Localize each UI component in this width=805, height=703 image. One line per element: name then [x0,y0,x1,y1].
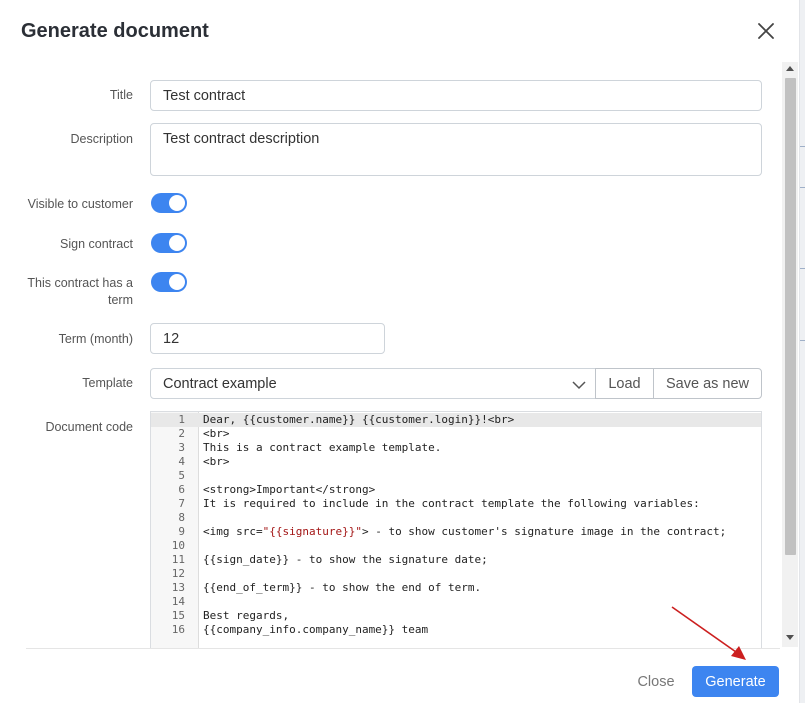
code-line: 7 It is required to include in the contra… [151,497,761,511]
line-number: 12 [171,567,185,580]
visible-to-customer-toggle[interactable] [151,193,187,213]
sign-contract-label: Sign contract [60,237,133,251]
line-number: 7 [178,497,185,510]
line-number: 3 [178,441,185,454]
has-term-label: This contract has a term [27,276,133,307]
title-input[interactable]: Test contract [150,80,762,111]
term-month-label: Term (month) [58,332,133,346]
code-line: 2 <br> [151,427,761,441]
line-number: 14 [171,595,185,608]
line-number: 4 [178,455,185,468]
line-number: 16 [171,623,185,636]
save-as-new-button[interactable]: Save as new [653,368,762,399]
visible-to-customer-label: Visible to customer [27,197,133,211]
line-number: 11 [171,553,185,566]
code-text: This is a contract example template. [203,441,442,454]
code-line: 1 Dear, {{customer.name}} {{customer.logi… [151,413,761,427]
code-line: 16 {{company_info.company_name}} team [151,623,761,637]
chevron-down-icon [572,378,586,390]
close-button[interactable]: Close [627,667,685,697]
template-select-value: Contract example [163,375,277,392]
code-string: "{{signature}}" [262,525,362,538]
scrollbar-thumb[interactable] [785,78,796,555]
line-number: 2 [178,427,185,440]
scroll-down-arrow[interactable] [786,635,794,640]
load-template-button[interactable]: Load [595,368,654,399]
toggle-knob [169,274,185,290]
code-line: 10 [151,539,761,553]
code-text: <br> [203,427,230,440]
scroll-up-arrow[interactable] [786,66,794,71]
title-label: Title [109,88,133,102]
code-line: 5 [151,469,761,483]
code-text: {{sign_date}} - to show the signature da… [203,553,488,566]
line-number: 5 [178,469,185,482]
code-text: <br> [203,455,230,468]
code-line: 13 {{end_of_term}} - to show the end of t… [151,581,761,595]
code-line: 8 [151,511,761,525]
description-label: Description [70,132,133,146]
code-line: 15 Best regards, [151,609,761,623]
line-number: 8 [178,511,185,524]
code-line: 4 <br> [151,455,761,469]
code-line: 11 {{sign_date}} - to show the signature … [151,553,761,567]
line-number: 9 [178,525,185,538]
toggle-knob [169,195,185,211]
code-text: It is required to include in the contrac… [203,497,700,510]
line-number: 13 [171,581,185,594]
line-number: 10 [171,539,185,552]
close-icon[interactable] [754,19,778,43]
term-month-input[interactable]: 12 [150,323,385,354]
code-text: <img src="{{signature}}"> - to show cust… [203,525,727,538]
line-number: 6 [178,483,185,496]
description-textarea[interactable]: Test contract description [150,123,762,176]
template-select[interactable]: Contract example [150,368,596,399]
sign-contract-toggle[interactable] [151,233,187,253]
line-number: 15 [171,609,185,622]
modal-header: Generate document [0,0,800,62]
generate-document-modal: Generate document Title Test contract De… [0,0,800,703]
code-line: 3 This is a contract example template. [151,441,761,455]
document-code-label: Document code [45,420,133,434]
has-term-toggle[interactable] [151,272,187,292]
document-code-editor[interactable]: 1 Dear, {{customer.name}} {{customer.logi… [150,411,762,649]
toggle-knob [169,235,185,251]
code-line: 14 [151,595,761,609]
code-text: {{company_info.company_name}} team [203,623,429,636]
generate-button[interactable]: Generate [692,666,779,697]
template-label: Template [82,376,133,390]
code-text: <strong>Important</strong> [203,483,376,496]
code-text: Dear, {{customer.name}} {{customer.login… [203,413,515,426]
code-text: Best regards, [203,609,290,622]
code-line: 12 [151,567,761,581]
code-text: {{end_of_term}} - to show the end of ter… [203,581,482,594]
code-line: 6 <strong>Important</strong> [151,483,761,497]
code-line: 9 <img src="{{signature}}"> - to show cus… [151,525,761,539]
modal-title: Generate document [21,20,209,42]
footer-divider [26,648,780,649]
line-number: 1 [178,413,185,426]
